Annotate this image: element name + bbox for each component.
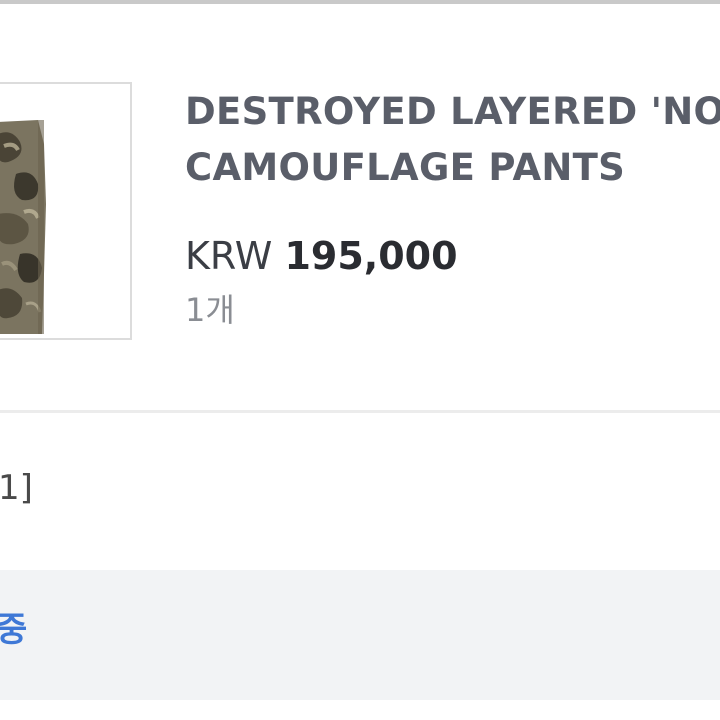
price-amount: 195,000 [284,234,458,278]
status-text: 중 [0,610,28,650]
status-bar: 중 [0,570,720,700]
product-name-line1: DESTROYED LAYERED 'NO [185,90,720,133]
order-item-card: DESTROYED LAYERED 'NO CAMOUFLAGE PANTS K… [0,4,720,410]
product-price: KRW 195,000 [185,232,458,280]
product-name-line2: CAMOUFLAGE PANTS [185,146,626,189]
product-name[interactable]: DESTROYED LAYERED 'NO CAMOUFLAGE PANTS [185,84,720,196]
price-currency: KRW [185,234,273,278]
section-divider [0,410,720,413]
product-thumbnail[interactable] [0,82,132,340]
option-text: 1] [0,468,33,508]
bottom-spacer [0,700,720,720]
camouflage-pants-image [0,84,130,338]
product-quantity: 1개 [185,291,235,329]
